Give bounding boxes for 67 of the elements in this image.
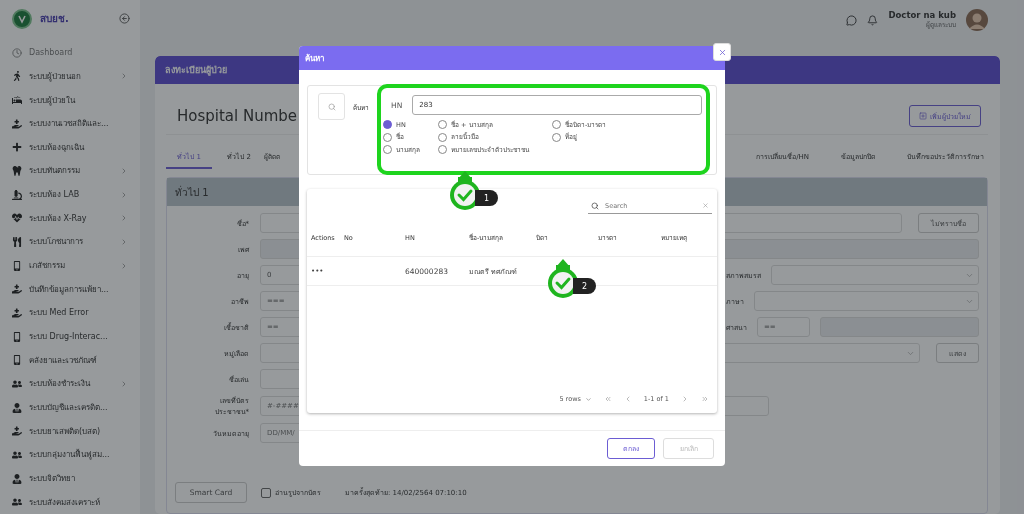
sidebar-item[interactable]: ระบบห้อง X-Ray	[12, 206, 140, 231]
bell-icon[interactable]	[867, 14, 879, 26]
hospital-bed-icon	[12, 95, 22, 105]
tooth-icon	[12, 166, 22, 176]
chat-icon[interactable]	[846, 14, 858, 26]
sidebar-item[interactable]: ระบบผู้ป่วยใน	[12, 88, 140, 112]
clock-icon	[12, 47, 22, 58]
utensils-icon	[12, 236, 22, 247]
medical-hand-icon	[12, 426, 22, 437]
people-icon	[12, 497, 22, 508]
people-icon	[12, 449, 22, 460]
phone-icon	[12, 355, 22, 366]
sidebar-item[interactable]: Dashboard	[12, 40, 140, 65]
sidebar-item[interactable]: ระบบสังคมสงเคราะห์	[12, 490, 140, 514]
collapse-icon[interactable]	[119, 13, 130, 25]
page-title: Hospital Numbe	[177, 107, 298, 125]
medical-hand-icon	[12, 284, 22, 295]
walking-person-icon	[12, 71, 22, 82]
logo-icon	[12, 8, 32, 29]
sidebar-item[interactable]: คลังยาและเวชภัณฑ์	[12, 348, 140, 373]
microscope-icon	[12, 189, 22, 200]
step-number: 1	[475, 190, 499, 206]
search-icon	[591, 201, 599, 210]
sidebar-item[interactable]: ระบบบัญชีและเครดิต...	[12, 395, 140, 420]
person-icon	[12, 473, 22, 484]
dialog-title: ค้นหา	[299, 46, 725, 70]
check-marker-icon	[547, 259, 579, 299]
select-field[interactable]	[754, 291, 979, 311]
avatar[interactable]	[966, 9, 988, 31]
people-icon	[12, 378, 22, 389]
sidebar-item[interactable]: ระบบ Drug-Interac...	[12, 324, 140, 349]
next-page-icon[interactable]	[681, 395, 689, 403]
sidebar-item[interactable]: ระบบห้องชำระเงิน	[12, 372, 140, 396]
sidebar-item[interactable]: ระบบผู้ป่วยนอก	[12, 64, 140, 89]
sidebar-item[interactable]: ระบบจิตวิทยา	[12, 466, 140, 491]
sidebar-item[interactable]: บันทึกข้อมูลการแพ้ยา...	[12, 277, 140, 302]
medical-hand-icon	[12, 118, 22, 129]
sidebar-item[interactable]: ระบบ Med Error	[12, 301, 140, 325]
sidebar-item[interactable]: ระบบห้องฉุกเฉิน	[12, 135, 140, 160]
sidebar-item[interactable]: ระบบงานเวชสถิติและ...	[12, 111, 140, 136]
close-icon	[717, 47, 727, 57]
sidebar-item[interactable]: ระบบทันตกรรม	[12, 159, 140, 183]
close-button[interactable]	[713, 43, 731, 61]
cross-icon	[12, 142, 22, 153]
caret-icon[interactable]	[584, 395, 592, 403]
logo-text: สบยช.	[40, 12, 70, 27]
checkbox[interactable]	[261, 487, 271, 498]
person-icon	[12, 402, 22, 413]
heartbeat-icon	[12, 213, 22, 224]
first-page-icon[interactable]	[603, 395, 612, 403]
search-button[interactable]	[318, 93, 345, 120]
sidebar-item[interactable]: ระบบห้อง LAB	[12, 182, 140, 207]
user-name: Doctor na kub	[888, 10, 956, 20]
select-field[interactable]	[771, 265, 979, 285]
check-marker-icon	[449, 171, 481, 211]
phone-icon	[12, 260, 22, 271]
sidebar-item[interactable]: ระบบกลุ่มงานฟื้นฟูสม...	[12, 443, 140, 467]
last-page-icon[interactable]	[701, 395, 709, 403]
sidebar-item[interactable]: ระบบยาเสพติด(บสต)	[12, 419, 140, 444]
sidebar-item[interactable]: ระบบโภชนาการ	[12, 230, 140, 254]
sidebar-item[interactable]: เภสัชกรรม	[12, 253, 140, 278]
medical-hand-icon	[12, 307, 22, 318]
clear-icon[interactable]	[702, 202, 709, 209]
phone-icon	[12, 331, 22, 342]
plus-icon	[919, 112, 927, 120]
step-number: 2	[573, 278, 597, 294]
search-icon	[327, 102, 336, 111]
